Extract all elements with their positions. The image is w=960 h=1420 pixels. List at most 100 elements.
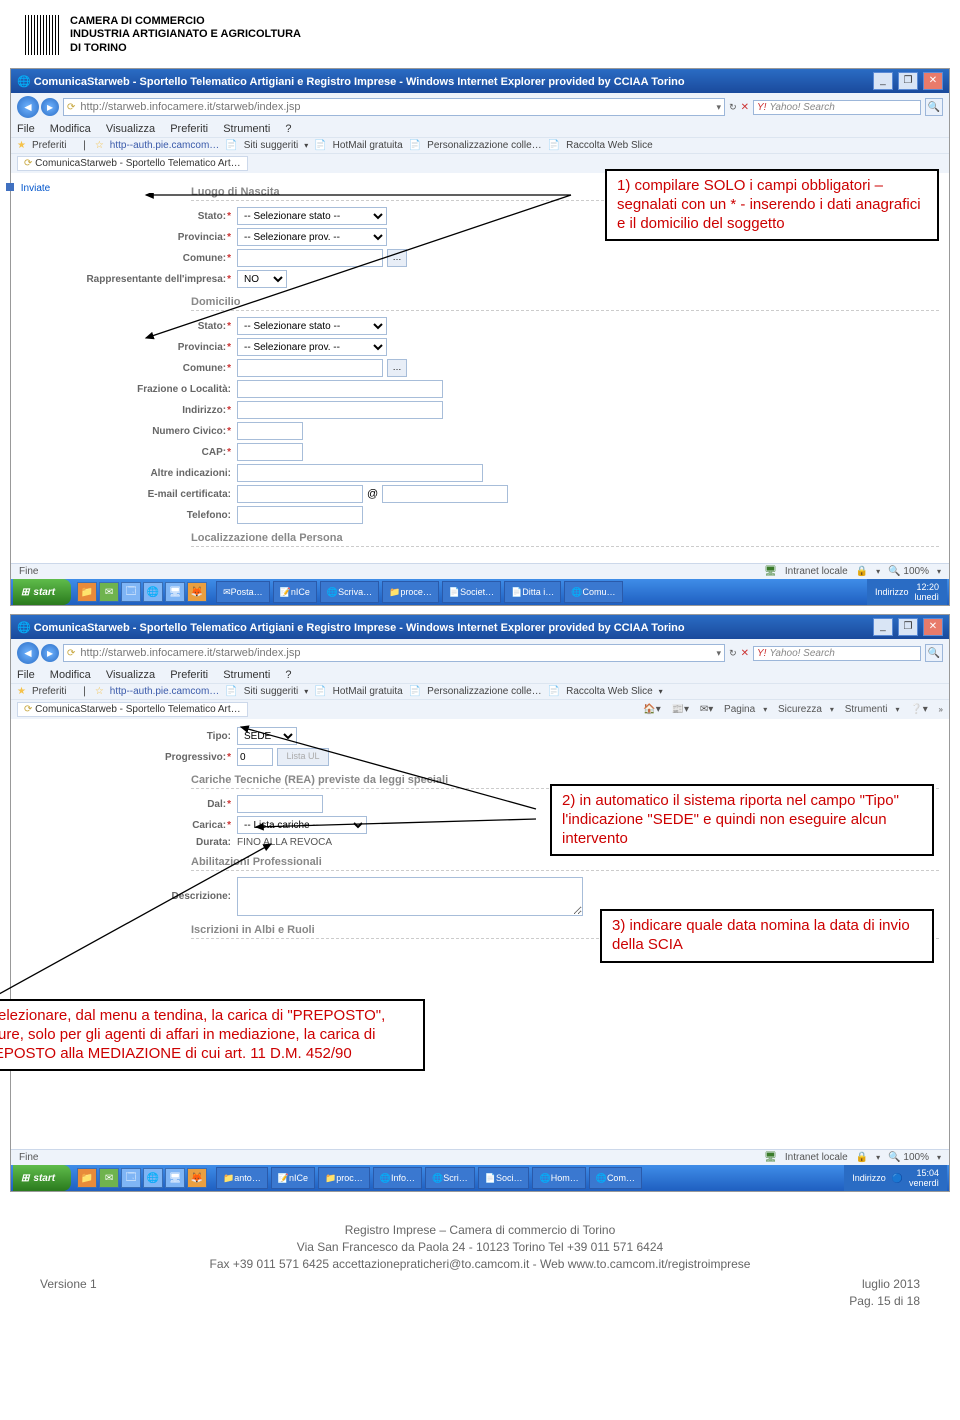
taskbar-task[interactable]: 🌐 Scri… <box>425 1167 475 1189</box>
search-box[interactable]: Y! Yahoo! Search <box>753 646 921 661</box>
fav-raccolta[interactable]: Raccolta Web Slice <box>566 140 653 151</box>
menu-preferiti[interactable]: Preferiti <box>170 123 208 135</box>
dropdown-icon[interactable]: ▾ <box>717 648 722 659</box>
url-box[interactable]: ⟳ ▾ <box>63 98 725 116</box>
url-box[interactable]: ⟳ ▾ <box>63 644 725 662</box>
menu-modifica[interactable]: Modifica <box>50 669 91 681</box>
input-email-user[interactable] <box>237 485 363 503</box>
taskbar-task[interactable]: 📁 anto… <box>216 1167 268 1189</box>
favorites-label[interactable]: Preferiti <box>32 140 66 151</box>
fav-link-1[interactable]: http--auth.pie.camcom… <box>110 686 220 697</box>
maximize-button[interactable]: ❐ <box>898 72 918 90</box>
menu-help[interactable]: ? <box>285 123 291 135</box>
start-button[interactable]: ⊞ start <box>13 1165 71 1191</box>
ql-icon[interactable]: 🗔 <box>121 1168 141 1188</box>
home-icon[interactable]: 🏠▾ <box>643 704 660 715</box>
menu-visualizza[interactable]: Visualizza <box>106 669 155 681</box>
taskbar-task[interactable]: 📁 proc… <box>318 1167 370 1189</box>
close-button[interactable]: ✕ <box>923 618 943 636</box>
taskbar-task[interactable]: 📄 Soci… <box>478 1167 530 1189</box>
fav-hotmail[interactable]: HotMail gratuita <box>333 140 403 151</box>
select-provincia-dom[interactable]: -- Selezionare prov. -- <box>237 338 387 356</box>
fav-link-1[interactable]: http--auth.pie.camcom… <box>110 140 220 151</box>
taskbar-task[interactable]: 📄 Ditta i… <box>504 581 561 603</box>
fav-hotmail[interactable]: HotMail gratuita <box>333 686 403 697</box>
browser-tab[interactable]: ⟳ ComunicaStarweb - Sportello Telematico… <box>17 156 248 171</box>
menu-preferiti[interactable]: Preferiti <box>170 669 208 681</box>
input-progressivo[interactable] <box>237 748 273 766</box>
ql-icon[interactable]: 📁 <box>77 1168 97 1188</box>
ql-icon[interactable]: 🌐 <box>143 582 163 602</box>
input-altre[interactable] <box>237 464 483 482</box>
fav-siti[interactable]: Siti suggeriti <box>244 686 298 697</box>
ql-icon[interactable]: 🌐 <box>143 1168 163 1188</box>
ql-icon[interactable]: 🖥 <box>165 1168 185 1188</box>
menu-strumenti[interactable]: Strumenti <box>223 669 270 681</box>
maximize-button[interactable]: ❐ <box>898 618 918 636</box>
menu-file[interactable]: File <box>17 123 35 135</box>
menu-strumenti[interactable]: Strumenti <box>223 123 270 135</box>
menu-modifica[interactable]: Modifica <box>50 123 91 135</box>
browser-tab[interactable]: ⟳ ComunicaStarweb - Sportello Telematico… <box>17 702 248 717</box>
select-tipo[interactable]: SEDE <box>237 727 297 745</box>
input-telefono[interactable] <box>237 506 363 524</box>
ql-icon[interactable]: 🦊 <box>187 582 207 602</box>
refresh-icon[interactable]: ↻ <box>729 648 737 659</box>
select-stato-dom[interactable]: -- Selezionare stato -- <box>237 317 387 335</box>
search-go-button[interactable]: 🔍 <box>925 98 943 116</box>
minimize-button[interactable]: _ <box>873 72 893 90</box>
tool-strumenti[interactable]: Strumenti <box>845 704 888 715</box>
taskbar-task[interactable]: 📄 Societ… <box>442 581 501 603</box>
input-frazione[interactable] <box>237 380 443 398</box>
input-indirizzo[interactable] <box>237 401 443 419</box>
close-button[interactable]: ✕ <box>923 72 943 90</box>
tool-sicurezza[interactable]: Sicurezza <box>778 704 822 715</box>
dropdown-icon[interactable]: ▾ <box>717 102 722 113</box>
input-dal[interactable] <box>237 795 323 813</box>
select-rappresentante[interactable]: NO <box>237 270 287 288</box>
textarea-descrizione[interactable] <box>237 877 583 916</box>
lookup-button-dom[interactable]: … <box>387 359 407 377</box>
help-icon[interactable]: ❔▾ <box>910 704 927 715</box>
input-comune-dom[interactable] <box>237 359 383 377</box>
ql-icon[interactable]: 🦊 <box>187 1168 207 1188</box>
back-button[interactable]: ◄ <box>17 642 39 664</box>
url-input[interactable] <box>78 100 716 114</box>
minimize-button[interactable]: _ <box>873 618 893 636</box>
menu-help[interactable]: ? <box>285 669 291 681</box>
feed-icon[interactable]: 📰▾ <box>672 704 689 715</box>
taskbar-task[interactable]: 🌐 Com… <box>589 1167 642 1189</box>
select-stato[interactable]: -- Selezionare stato -- <box>237 207 387 225</box>
sidebar-inviate[interactable]: Inviate <box>6 183 50 194</box>
back-button[interactable]: ◄ <box>17 96 39 118</box>
url-input[interactable] <box>78 646 716 660</box>
select-provincia[interactable]: -- Selezionare prov. -- <box>237 228 387 246</box>
input-cap[interactable] <box>237 443 303 461</box>
menu-file[interactable]: File <box>17 669 35 681</box>
input-civico[interactable] <box>237 422 303 440</box>
favorites-star-icon[interactable]: ★ <box>17 140 26 151</box>
forward-button[interactable]: ▸ <box>41 644 59 662</box>
taskbar-task[interactable]: ✉ Posta… <box>216 581 270 603</box>
taskbar-task[interactable]: 🌐 Hom… <box>532 1167 585 1189</box>
favorites-label[interactable]: Preferiti <box>32 686 66 697</box>
tool-pagina[interactable]: Pagina <box>724 704 755 715</box>
taskbar-task[interactable]: 🌐 Scriva… <box>320 581 379 603</box>
taskbar-task[interactable]: 📁 proce… <box>382 581 439 603</box>
zoom-label[interactable]: 🔍 100% <box>888 1152 929 1163</box>
stop-icon[interactable]: ✕ <box>741 648 749 659</box>
favorites-star-icon[interactable]: ★ <box>17 686 26 697</box>
taskbar-task[interactable]: 📝 nICe <box>271 1167 315 1189</box>
stop-icon[interactable]: ✕ <box>741 102 749 113</box>
ql-icon[interactable]: ✉ <box>99 582 119 602</box>
ql-icon[interactable]: ✉ <box>99 1168 119 1188</box>
zoom-label[interactable]: 🔍 100% <box>888 566 929 577</box>
lista-ul-button[interactable]: Lista UL <box>277 748 329 766</box>
fav-personal[interactable]: Personalizzazione colle… <box>427 140 542 151</box>
menu-visualizza[interactable]: Visualizza <box>106 123 155 135</box>
input-email-domain[interactable] <box>382 485 508 503</box>
mail-icon[interactable]: ✉▾ <box>700 704 713 715</box>
ql-icon[interactable]: 📁 <box>77 582 97 602</box>
ql-icon[interactable]: 🗔 <box>121 582 141 602</box>
fav-personal[interactable]: Personalizzazione colle… <box>427 686 542 697</box>
